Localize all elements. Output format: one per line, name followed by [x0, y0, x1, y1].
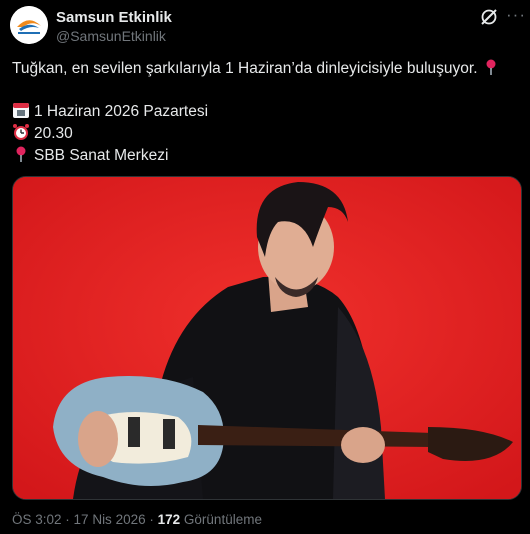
- calendar-icon: [12, 101, 30, 119]
- author-name[interactable]: Samsun Etkinlik: [56, 9, 172, 26]
- event-place-line: SBB Sanat Merkezi: [12, 145, 168, 165]
- meta-separator: ·: [65, 512, 74, 527]
- alarm-clock-icon: [12, 123, 30, 141]
- pin-icon: [12, 145, 30, 163]
- meta-separator: ·: [149, 512, 158, 527]
- event-time: 20.30: [34, 125, 73, 142]
- views-label: Görüntüleme: [183, 512, 262, 527]
- pin-icon: [482, 58, 500, 76]
- event-place: SBB Sanat Merkezi: [34, 147, 169, 164]
- tweet-time[interactable]: ÖS 3:02: [12, 512, 62, 527]
- tweet-card: Samsun Etkinlik @SamsunEtkinlik ··· Tuğk…: [0, 0, 530, 534]
- tweet-media-image[interactable]: [12, 176, 522, 500]
- avatar[interactable]: [10, 6, 48, 44]
- more-icon[interactable]: ···: [506, 5, 526, 25]
- tweet-text-line: Tuğkan, en sevilen şarkılarıyla 1 Hazira…: [12, 58, 504, 78]
- author-handle[interactable]: @SamsunEtkinlik: [56, 28, 166, 44]
- grok-icon[interactable]: [480, 8, 498, 26]
- event-time-line: 20.30: [12, 123, 73, 143]
- views-count: 172: [157, 512, 181, 527]
- event-date: 1 Haziran 2026 Pazartesi: [34, 103, 209, 120]
- tweet-date[interactable]: 17 Nis 2026: [74, 512, 146, 527]
- tweet-text: Tuğkan, en sevilen şarkılarıyla 1 Hazira…: [12, 60, 478, 77]
- event-date-line: 1 Haziran 2026 Pazartesi: [12, 101, 208, 121]
- tweet-meta: ÖS 3:02 · 17 Nis 2026 · 172 Görüntüleme: [12, 512, 262, 527]
